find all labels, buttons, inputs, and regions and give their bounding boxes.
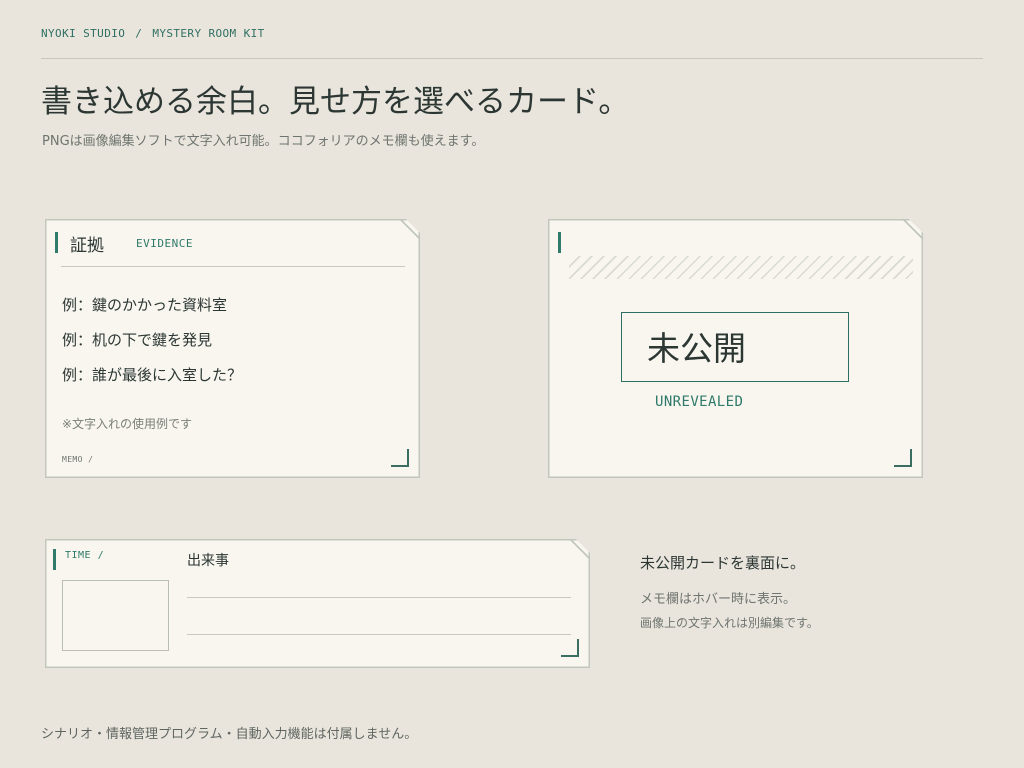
side-note-title: 未公開カードを裏面に。: [640, 554, 806, 572]
accent-bar: [558, 232, 561, 253]
evidence-list: 例：鍵のかかった資料室 例：机の下で鍵を発見 例：誰が最後に入室した？: [62, 293, 242, 398]
corner-bracket-icon: [561, 639, 579, 657]
corner-bracket-icon: [391, 449, 409, 467]
side-note-line: 画像上の文字入れは別編集です。: [640, 616, 819, 630]
breadcrumb-separator: /: [135, 27, 143, 40]
corner-bracket-icon: [894, 449, 912, 467]
side-note-line: メモ欄はホバー時に表示。: [640, 592, 797, 607]
evidence-card[interactable]: 証拠 EVIDENCE 例：鍵のかかった資料室 例：机の下で鍵を発見 例：誰が最…: [45, 219, 420, 478]
evidence-divider: [61, 266, 405, 267]
event-line-2[interactable]: [187, 634, 571, 635]
accent-bar: [53, 549, 56, 570]
breadcrumb: NYOKI STUDIO / MYSTERY ROOM KIT: [41, 27, 265, 40]
unrevealed-text: 未公開: [647, 329, 746, 368]
time-input-box[interactable]: [62, 580, 169, 651]
breadcrumb-kit[interactable]: MYSTERY ROOM KIT: [152, 27, 264, 40]
time-card[interactable]: TIME / 出来事: [45, 539, 590, 668]
evidence-note: ※文字入れの使用例です: [62, 417, 193, 431]
footer-note: シナリオ・情報管理プログラム・自動入力機能は付属しません。: [41, 727, 418, 742]
evidence-tag: EVIDENCE: [136, 237, 193, 250]
accent-bar: [55, 232, 58, 253]
unrevealed-box: 未公開: [621, 312, 849, 382]
card-corner-fold: [400, 219, 420, 239]
event-label: 出来事: [187, 553, 229, 569]
page-subtitle: PNGは画像編集ソフトで文字入れ可能。ココフォリアのメモ欄も使えます。: [42, 134, 485, 149]
header-divider: [41, 58, 983, 59]
card-corner-fold: [570, 539, 590, 559]
page-title: 書き込める余白。見せ方を選べるカード。: [41, 84, 630, 120]
breadcrumb-studio[interactable]: NYOKI STUDIO: [41, 27, 125, 40]
list-item: 例：鍵のかかった資料室: [62, 296, 228, 314]
list-item: 例：机の下で鍵を発見: [62, 331, 213, 349]
unrevealed-card[interactable]: 未公開 UNREVEALED: [548, 219, 923, 478]
evidence-title: 証拠: [70, 236, 104, 256]
unrevealed-tag: UNREVEALED: [655, 394, 744, 410]
card-corner-fold: [903, 219, 923, 239]
hatch-pattern: [569, 256, 913, 279]
event-line-1[interactable]: [187, 597, 571, 598]
time-tag: TIME /: [65, 550, 105, 561]
list-item: 例：誰が最後に入室した？: [62, 366, 243, 384]
memo-label[interactable]: MEMO /: [62, 455, 93, 464]
